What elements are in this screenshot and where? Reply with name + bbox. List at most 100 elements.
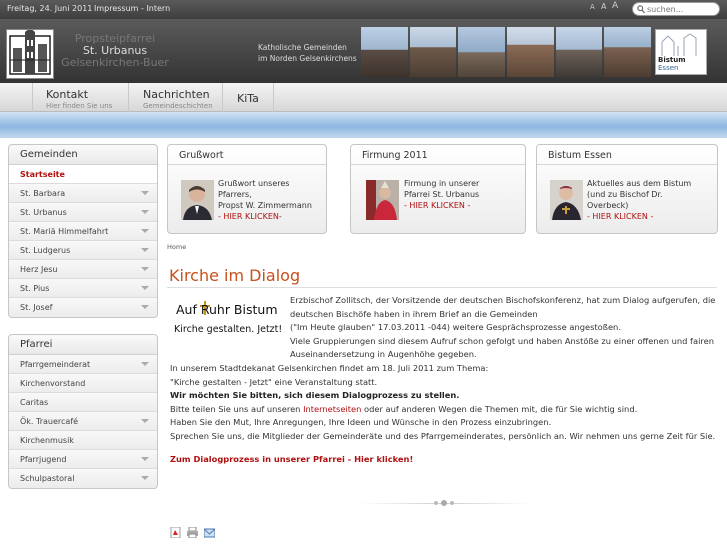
sidebar-item-st-josef[interactable]: St. Josef [9,298,157,317]
card-text: Grußwort unseres Pfarrers, Propst W. Zim… [218,178,323,222]
bishop-confirmation-photo [366,180,399,220]
font-size-large-button[interactable]: A [612,1,618,11]
church-photo [507,27,554,77]
chevron-down-icon[interactable] [141,419,149,423]
parish-title: Propsteipfarrei St. Urbanus Gelsenkirche… [60,33,170,69]
chevron-down-icon[interactable] [141,191,149,195]
sidebar-item-st-ludgerus[interactable]: St. Ludgerus [9,241,157,260]
page-title: Kirche im Dialog [169,266,301,285]
search-box[interactable] [632,2,720,16]
email-icon[interactable] [203,527,216,538]
tagline-line-1: Katholische Gemeinden [258,43,347,52]
print-icon[interactable] [186,526,198,539]
tagline-line-2: im Norden Gelsenkirchens [258,54,357,63]
title-divider [167,287,717,288]
card-text-line: Grußwort unseres Pfarrers, [218,179,290,199]
church-photo [361,27,408,77]
impressum-intern-links[interactable]: Impressum - Intern [94,4,170,13]
chevron-down-icon[interactable] [141,362,149,366]
card-title: Bistum Essen [537,145,717,165]
chevron-down-icon[interactable] [141,305,149,309]
chevron-down-icon[interactable] [141,229,149,233]
header-tagline: Katholische Gemeinden im Norden Gelsenki… [258,42,357,64]
chevron-down-icon[interactable] [141,457,149,461]
sidebar-item-kirchenvorstand[interactable]: Kirchenvorstand [9,374,157,393]
nav-item-title: KiTa [237,92,259,105]
card-text-line: Aktuelles aus dem Bistum [587,179,692,188]
chevron-down-icon[interactable] [141,210,149,214]
chevron-down-icon[interactable] [141,267,149,271]
sidebar-item-startseite[interactable]: Startseite [9,165,157,184]
decorative-banner [0,112,727,138]
article-paragraph: Bitte teilen Sie uns auf unseren Interne… [170,403,638,414]
sidebar-pfarrei: Pfarrei Pfarrgemeinderat Kirchenvorstand… [8,334,158,489]
bistum-essen-logo[interactable]: Bistum Essen [655,29,707,75]
chevron-down-icon[interactable] [141,248,149,252]
search-icon[interactable] [637,5,645,14]
chevron-down-icon[interactable] [141,476,149,480]
font-size-small-button[interactable]: A [590,3,595,11]
teaser-card-grusswort[interactable]: Grußwort Grußwort unseres Pfarrers, Prop… [167,144,327,234]
sidebar-heading: Gemeinden [9,145,157,165]
church-photo [604,27,652,77]
church-logo[interactable] [6,28,54,79]
sidebar-item-st-pius[interactable]: St. Pius [9,279,157,298]
card-link[interactable]: - HIER KLICKEN - [404,200,509,211]
card-link[interactable]: - HIER KLICKEN- [218,211,323,222]
bistum-logo-text: Bistum Essen [658,56,686,72]
ruhrbistum-campaign-logo: Auf Ruhr Bistum Kirche gestalten. Jetzt! [174,301,283,335]
nav-item-kita[interactable]: KiTa [222,83,274,112]
sidebar-item-pfarrjugend[interactable]: Pfarrjugend [9,450,157,469]
header-photo-strip [361,27,652,77]
pdf-icon[interactable] [170,526,181,539]
teaser-card-firmung[interactable]: Firmung 2011 Firmung in unserer Pfarrei … [350,144,526,234]
card-text-line: Pfarrei St. Urbanus [404,190,480,199]
sidebar-item-kirchenmusik[interactable]: Kirchenmusik [9,431,157,450]
card-title: Firmung 2011 [351,145,525,165]
nav-item-kontakt[interactable]: Kontakt Hier finden Sie uns [32,83,128,112]
sidebar-heading: Pfarrei [9,335,157,355]
dialogprozess-link[interactable]: Zum Dialogprozess in unserer Pfarrei - H… [170,453,413,467]
sidebar-item-caritas[interactable]: Caritas [9,393,157,412]
pastor-photo [181,180,214,220]
card-text-line: Propst W. Zimmermann [218,201,312,210]
internetseiten-link[interactable]: Internetseiten [303,404,361,414]
article-body: In unserem Stadtdekanat Gelsenkirchen fi… [170,362,720,444]
nav-item-subtitle: Gemeindeschichten [143,102,213,110]
main-navigation: Kontakt Hier finden Sie uns Nachrichten … [0,83,727,112]
sidebar-item-trauercafe[interactable]: Ök. Trauercafé [9,412,157,431]
teaser-card-bistum[interactable]: Bistum Essen Aktuelles aus dem Bistum (u… [536,144,718,234]
site-header: Propsteipfarrei St. Urbanus Gelsenkirche… [0,19,727,83]
sidebar-gemeinden: Gemeinden Startseite St. Barbara St. Urb… [8,144,158,318]
chevron-down-icon[interactable] [141,286,149,290]
church-photo [458,27,506,77]
bishop-photo [550,180,583,220]
nav-item-title: Nachrichten [143,88,210,101]
sidebar-item-schulpastoral[interactable]: Schulpastoral [9,469,157,488]
church-photo [409,27,457,77]
article-tools [170,526,218,539]
divider-dots [430,499,460,507]
top-bar: Freitag, 24. Juni 2011 Impressum - Inter… [0,0,727,19]
search-input[interactable] [647,4,717,15]
parish-city: Gelsenkirchen-Buer [61,56,169,69]
card-link[interactable]: - HIER KLICKEN - [587,211,692,222]
nav-item-title: Kontakt [46,88,89,101]
nav-item-nachrichten[interactable]: Nachrichten Gemeindeschichten [128,83,222,112]
sidebar-item-st-urbanus[interactable]: St. Urbanus [9,203,157,222]
current-date: Freitag, 24. Juni 2011 [7,4,93,13]
sidebar-item-pfarrgemeinderat[interactable]: Pfarrgemeinderat [9,355,157,374]
card-text-line: (und zu Bischof Dr. Overbeck) [587,190,663,210]
card-text-line: Firmung in unserer [404,179,480,188]
card-text: Firmung in unserer Pfarrei St. Urbanus -… [404,178,509,211]
nav-item-subtitle: Hier finden Sie uns [46,102,113,110]
sidebar-item-st-maria-himmelfahrt[interactable]: St. Mariä Himmelfahrt [9,222,157,241]
card-title: Grußwort [168,145,326,165]
font-size-medium-button[interactable]: A [601,2,606,11]
church-photo [555,27,603,77]
breadcrumb[interactable]: Home [167,243,186,251]
sidebar-item-st-barbara[interactable]: St. Barbara [9,184,157,203]
card-text: Aktuelles aus dem Bistum (und zu Bischof… [587,178,692,222]
sidebar-item-herz-jesu[interactable]: Herz Jesu [9,260,157,279]
article-intro: Erzbischof Zollitsch, der Vorsitzende de… [290,295,716,360]
